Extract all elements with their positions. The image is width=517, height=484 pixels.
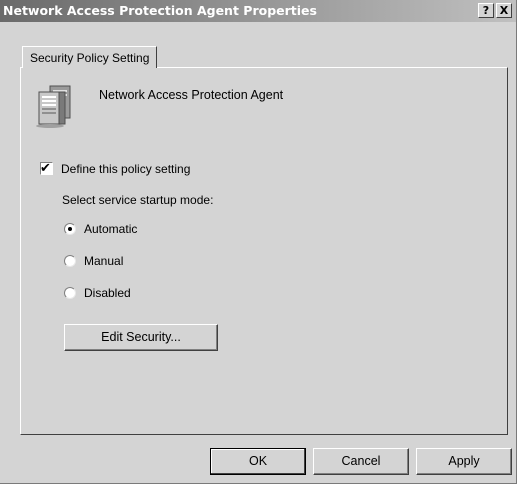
properties-dialog: Network Access Protection Agent Properti… — [0, 0, 517, 484]
radio-selected-dot — [68, 227, 72, 231]
cancel-button[interactable]: Cancel — [313, 448, 409, 475]
window-title: Network Access Protection Agent Properti… — [3, 3, 317, 18]
agent-name-label: Network Access Protection Agent — [99, 88, 284, 102]
tab-security-policy-setting[interactable]: Security Policy Setting — [22, 46, 158, 68]
checkmark-icon: ✔ — [40, 160, 51, 175]
close-button[interactable]: X — [496, 3, 512, 18]
tab-label: Security Policy Setting — [30, 51, 150, 65]
radio-disabled-label[interactable]: Disabled — [84, 286, 131, 300]
help-button[interactable]: ? — [478, 3, 494, 18]
edit-security-button[interactable]: Edit Security... — [64, 324, 218, 351]
define-policy-label[interactable]: Define this policy setting — [61, 162, 190, 176]
tab-panel — [20, 67, 508, 435]
radio-manual[interactable] — [64, 255, 76, 267]
apply-button[interactable]: Apply — [416, 448, 512, 475]
radio-manual-label[interactable]: Manual — [84, 254, 123, 268]
define-policy-checkbox[interactable]: ✔ — [40, 160, 53, 175]
radio-automatic[interactable] — [64, 223, 76, 235]
radio-disabled[interactable] — [64, 287, 76, 299]
title-bar[interactable]: Network Access Protection Agent Properti… — [0, 0, 516, 22]
startup-mode-label: Select service startup mode: — [62, 193, 214, 207]
ok-button[interactable]: OK — [210, 448, 306, 475]
radio-automatic-label[interactable]: Automatic — [84, 222, 137, 236]
server-icon — [36, 84, 76, 133]
